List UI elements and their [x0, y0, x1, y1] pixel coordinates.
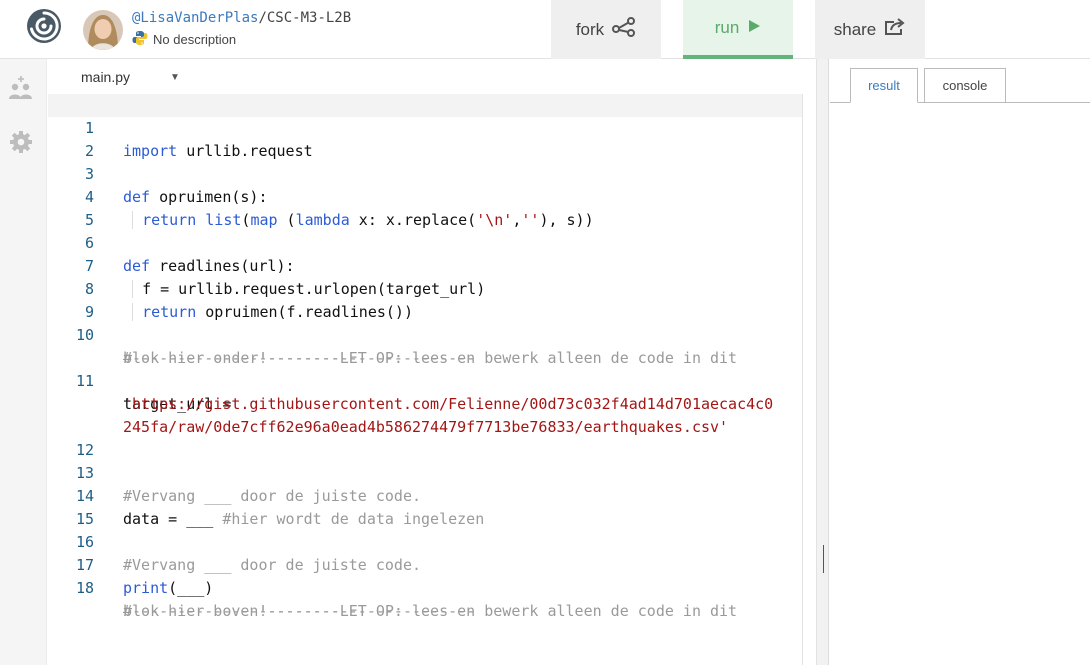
file-tab-label: main.py — [81, 69, 131, 85]
fork-share-icon — [612, 17, 636, 42]
output-pane: result console — [830, 59, 1090, 665]
project-path: @LisaVanDerPlas/CSC-M3-L2B — [132, 10, 351, 26]
description-text: No description — [153, 32, 237, 47]
code-editor: main.py ▼ 1 import urllib.request 2 3 de… — [48, 59, 816, 665]
code-area[interactable]: 1 import urllib.request 2 3 def opruimen… — [48, 94, 802, 665]
code-comment[interactable]: blok hier boven!----------------------- — [123, 600, 475, 623]
top-header: @LisaVanDerPlas/CSC-M3-L2B No descriptio… — [0, 0, 1090, 59]
add-user-icon[interactable] — [7, 74, 35, 102]
run-button[interactable]: run — [683, 0, 793, 59]
file-tab-main[interactable]: main.py — [81, 69, 130, 85]
share-button-label: share — [833, 19, 877, 39]
play-icon — [747, 18, 761, 38]
fork-button-label: fork — [575, 19, 605, 39]
avatar[interactable] — [83, 10, 123, 50]
share-button[interactable]: share — [815, 0, 925, 59]
code-line-wrap: blok hier boven!----------------------- — [48, 577, 802, 646]
tab-console-label: console — [942, 78, 988, 93]
tab-result[interactable]: result — [850, 68, 918, 103]
fork-button[interactable]: fork — [551, 0, 661, 59]
run-button-label: run — [714, 17, 740, 37]
gear-icon[interactable] — [7, 128, 35, 156]
pane-splitter[interactable] — [816, 59, 829, 665]
file-menu-caret-icon[interactable]: ▼ — [170, 72, 180, 83]
project-name: CSC-M3-L2B — [266, 10, 352, 26]
tab-result-label: result — [868, 78, 900, 93]
left-rail — [0, 59, 47, 665]
editor-divider — [802, 94, 803, 665]
splitter-grip[interactable] — [823, 545, 824, 573]
project-user-link[interactable]: @LisaVanDerPlas — [132, 10, 258, 26]
project-description: No description — [132, 30, 236, 49]
python-icon — [132, 30, 148, 49]
project-path-separator: / — [258, 10, 267, 26]
trinket-logo-icon[interactable] — [25, 7, 63, 45]
share-export-icon — [884, 18, 906, 41]
tab-console[interactable]: console — [924, 68, 1006, 103]
